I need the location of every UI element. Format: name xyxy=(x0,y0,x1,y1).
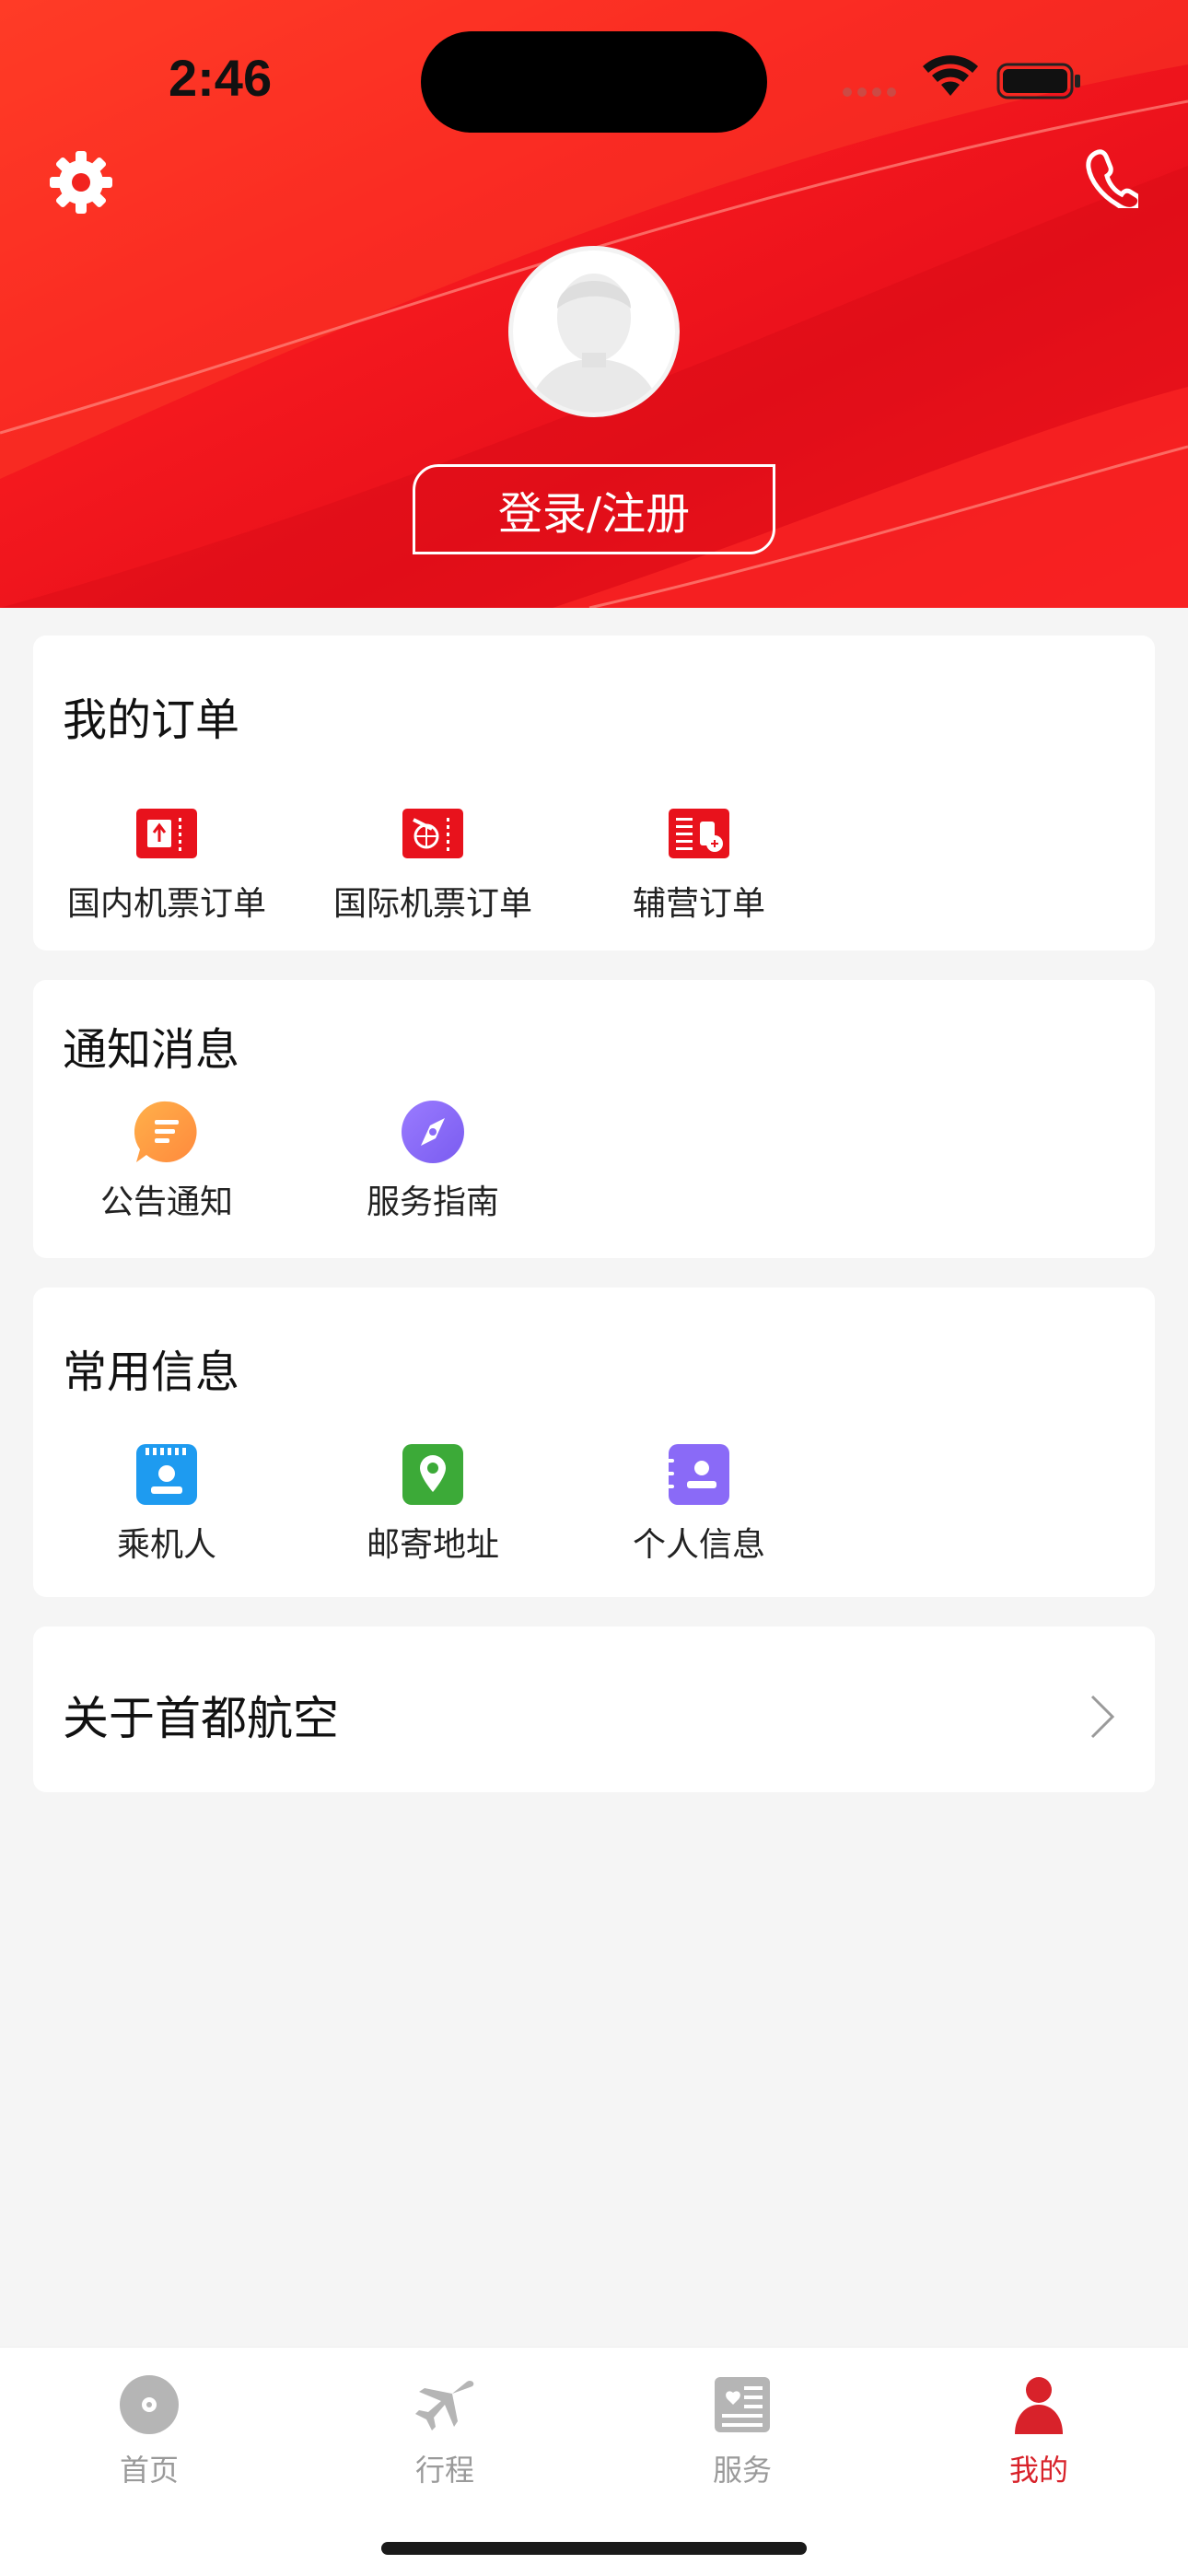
battery-icon xyxy=(996,63,1080,99)
common-info-title: 常用信息 xyxy=(63,1346,240,1398)
chevron-right-icon xyxy=(1090,1695,1115,1739)
international-ticket-icon xyxy=(402,809,463,858)
phone-icon[interactable] xyxy=(1083,149,1138,208)
personal-info-label: 个人信息 xyxy=(632,1526,765,1564)
service-guide-label: 服务指南 xyxy=(366,1183,499,1221)
plane-icon xyxy=(415,2380,474,2430)
domestic-ticket-icon xyxy=(136,809,197,858)
profile-header: 2:46 登录/注册 xyxy=(0,0,1188,608)
compass-icon xyxy=(402,1101,464,1163)
dynamic-island xyxy=(421,31,767,133)
international-ticket-order-label: 国际机票订单 xyxy=(332,885,532,923)
international-ticket-order[interactable]: 国际机票订单 xyxy=(299,801,566,925)
settings-gear-icon[interactable] xyxy=(48,149,114,216)
about-row[interactable]: 关于首都航空 xyxy=(33,1626,1155,1792)
cellular-icon xyxy=(843,87,896,97)
notifications-title: 通知消息 xyxy=(63,1024,240,1076)
home-icon xyxy=(120,2375,179,2434)
tab-home[interactable]: 首页 xyxy=(57,2372,241,2489)
common-info-card: 常用信息 乘机人 邮寄地址 个人信息 xyxy=(33,1288,1155,1597)
passenger-item[interactable]: 乘机人 xyxy=(33,1442,300,1566)
announcement-label: 公告通知 xyxy=(99,1183,233,1221)
domestic-ticket-order-label: 国内机票订单 xyxy=(66,885,266,923)
passenger-icon xyxy=(136,1444,197,1505)
notifications-card: 通知消息 公告通知 服务指南 xyxy=(33,980,1155,1258)
location-icon xyxy=(402,1444,463,1505)
service-icon xyxy=(715,2377,770,2432)
personal-info-item[interactable]: 个人信息 xyxy=(565,1442,833,1566)
announcement-item[interactable]: 公告通知 xyxy=(33,1100,300,1223)
passenger-label: 乘机人 xyxy=(116,1526,216,1564)
ancillary-order-icon xyxy=(669,809,729,858)
tab-trips[interactable]: 行程 xyxy=(353,2372,537,2489)
announcement-icon xyxy=(134,1101,197,1162)
tab-service-label: 服务 xyxy=(712,2453,772,2488)
ancillary-order-label: 辅营订单 xyxy=(632,885,765,923)
my-orders-card: 我的订单 国内机票订单 国际机票订单 辅营订单 xyxy=(33,635,1155,950)
wifi-icon xyxy=(923,55,978,96)
status-time: 2:46 xyxy=(169,49,273,107)
service-guide-item[interactable]: 服务指南 xyxy=(299,1100,566,1223)
mailing-address-item[interactable]: 邮寄地址 xyxy=(299,1442,566,1566)
tab-service[interactable]: 服务 xyxy=(650,2372,834,2489)
contact-card-icon xyxy=(667,1444,729,1505)
login-register-button[interactable]: 登录/注册 xyxy=(413,464,775,554)
home-indicator xyxy=(381,2542,807,2555)
tab-home-label: 首页 xyxy=(119,2453,179,2488)
tab-mine[interactable]: 我的 xyxy=(947,2372,1131,2489)
domestic-ticket-order[interactable]: 国内机票订单 xyxy=(33,801,300,925)
avatar[interactable] xyxy=(507,244,681,419)
tab-trips-label: 行程 xyxy=(414,2453,474,2488)
about-title: 关于首都航空 xyxy=(63,1692,339,1745)
ancillary-order[interactable]: 辅营订单 xyxy=(565,801,833,925)
tab-mine-label: 我的 xyxy=(1008,2453,1068,2488)
profile-icon xyxy=(1015,2377,1063,2434)
status-icons xyxy=(840,55,1089,105)
mailing-address-label: 邮寄地址 xyxy=(366,1526,499,1564)
orders-title: 我的订单 xyxy=(63,694,240,746)
